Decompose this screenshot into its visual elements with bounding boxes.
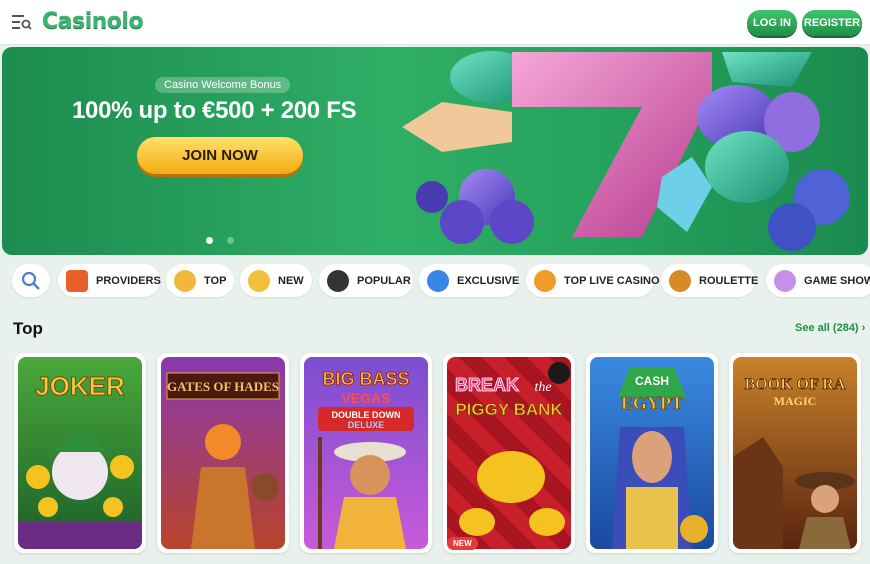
bonus-badge: Casino Welcome Bonus: [155, 77, 291, 93]
game-thumbnail: BIG BASS VEGAS DOUBLE DOWN DELUXE: [304, 357, 428, 549]
game-card[interactable]: BIG BASS VEGAS DOUBLE DOWN DELUXE: [300, 353, 432, 553]
game-thumbnail: BOOK OF RA MAGIC: [733, 357, 857, 549]
top-header: Casinolo LOG IN REGISTER: [0, 0, 870, 45]
game-thumbnail: JOKER: [18, 357, 142, 549]
svg-text:MAGIC: MAGIC: [774, 394, 817, 408]
see-all-label: See all (284): [795, 322, 859, 334]
hero-title: 100% up to €500 + 200 FS: [72, 97, 357, 124]
see-all-link[interactable]: See all (284) ›: [795, 322, 865, 334]
top-games-row: JOKER GATES OF HADES BIG BASS VEGAS DOUB…: [0, 353, 870, 564]
new-badge: NEW: [447, 537, 478, 550]
game-thumbnail: CASH EGYPT: [590, 357, 714, 549]
category-label: TOP LIVE CASINO: [564, 274, 660, 287]
crown-icon: [174, 269, 196, 292]
category-popular[interactable]: POPULAR: [319, 264, 413, 297]
svg-text:BIG BASS: BIG BASS: [322, 369, 409, 389]
search-icon: [21, 271, 40, 290]
category-label: EXCLUSIVE: [457, 274, 520, 287]
wheel-icon: [774, 269, 796, 292]
svg-text:CASH: CASH: [635, 374, 669, 388]
svg-text:DELUXE: DELUXE: [348, 420, 385, 430]
book-icon: [66, 269, 88, 292]
category-top-live-casino[interactable]: TOP LIVE CASINO: [526, 264, 660, 297]
svg-text:BOOK OF RA: BOOK OF RA: [745, 376, 846, 393]
svg-text:PIGGY BANK: PIGGY BANK: [455, 400, 563, 419]
slide-dot-2[interactable]: [227, 237, 234, 244]
svg-text:GATES OF HADES: GATES OF HADES: [167, 379, 279, 394]
login-button[interactable]: LOG IN: [747, 10, 797, 36]
svg-text:BREAK: BREAK: [455, 375, 519, 395]
game-card[interactable]: JOKER: [14, 353, 146, 553]
svg-text:DOUBLE DOWN: DOUBLE DOWN: [332, 410, 401, 420]
svg-text:EGYPT: EGYPT: [621, 393, 683, 413]
category-top[interactable]: TOP: [166, 264, 234, 297]
category-new[interactable]: NEW: [240, 264, 312, 297]
game-card[interactable]: GATES OF HADES: [157, 353, 289, 553]
join-now-button[interactable]: JOIN NOW: [137, 137, 303, 174]
category-label: PROVIDERS: [96, 274, 161, 287]
game-card[interactable]: CASH EGYPT: [586, 353, 718, 553]
game-card[interactable]: BREAK the PIGGY BANK: [443, 353, 575, 553]
category-providers[interactable]: PROVIDERS: [58, 264, 161, 297]
category-exclusive[interactable]: EXCLUSIVE: [419, 264, 519, 297]
roulette-icon: [669, 269, 691, 292]
casinolo-logo[interactable]: Casinolo: [42, 9, 144, 34]
menu-search-icon[interactable]: [12, 13, 32, 31]
category-bar: PROVIDERS TOP NEW POPULAR EXCLUSIVE TOP …: [0, 264, 870, 298]
live-dealer-icon: [534, 269, 556, 292]
game-thumbnail: BREAK the PIGGY BANK: [447, 357, 571, 549]
svg-text:the: the: [534, 380, 551, 395]
category-label: ROULETTE: [699, 274, 759, 287]
balloon-art-image: [402, 51, 850, 251]
welcome-bonus-banner[interactable]: Casino Welcome Bonus 100% up to €500 + 2…: [2, 47, 868, 255]
game-card[interactable]: BOOK OF RA MAGIC: [729, 353, 861, 553]
game-thumbnail: GATES OF HADES: [161, 357, 285, 549]
category-roulette[interactable]: ROULETTE: [661, 264, 759, 297]
register-button[interactable]: REGISTER: [802, 10, 862, 36]
slide-dot-1[interactable]: [206, 237, 213, 244]
gem-icon: [427, 269, 449, 292]
section-title-top: Top: [13, 319, 43, 338]
category-label: POPULAR: [357, 274, 411, 287]
chevron-right-icon: ›: [861, 322, 866, 334]
svg-text:JOKER: JOKER: [35, 371, 125, 401]
category-label: TOP: [204, 274, 227, 287]
category-label: NEW: [278, 274, 304, 287]
svg-text:VEGAS: VEGAS: [341, 390, 390, 406]
lightning-icon: [248, 269, 270, 292]
category-game-shows[interactable]: GAME SHOWS: [766, 264, 870, 297]
bomb-icon: [327, 269, 349, 292]
category-search[interactable]: [12, 264, 50, 297]
category-label: GAME SHOWS: [804, 274, 870, 287]
